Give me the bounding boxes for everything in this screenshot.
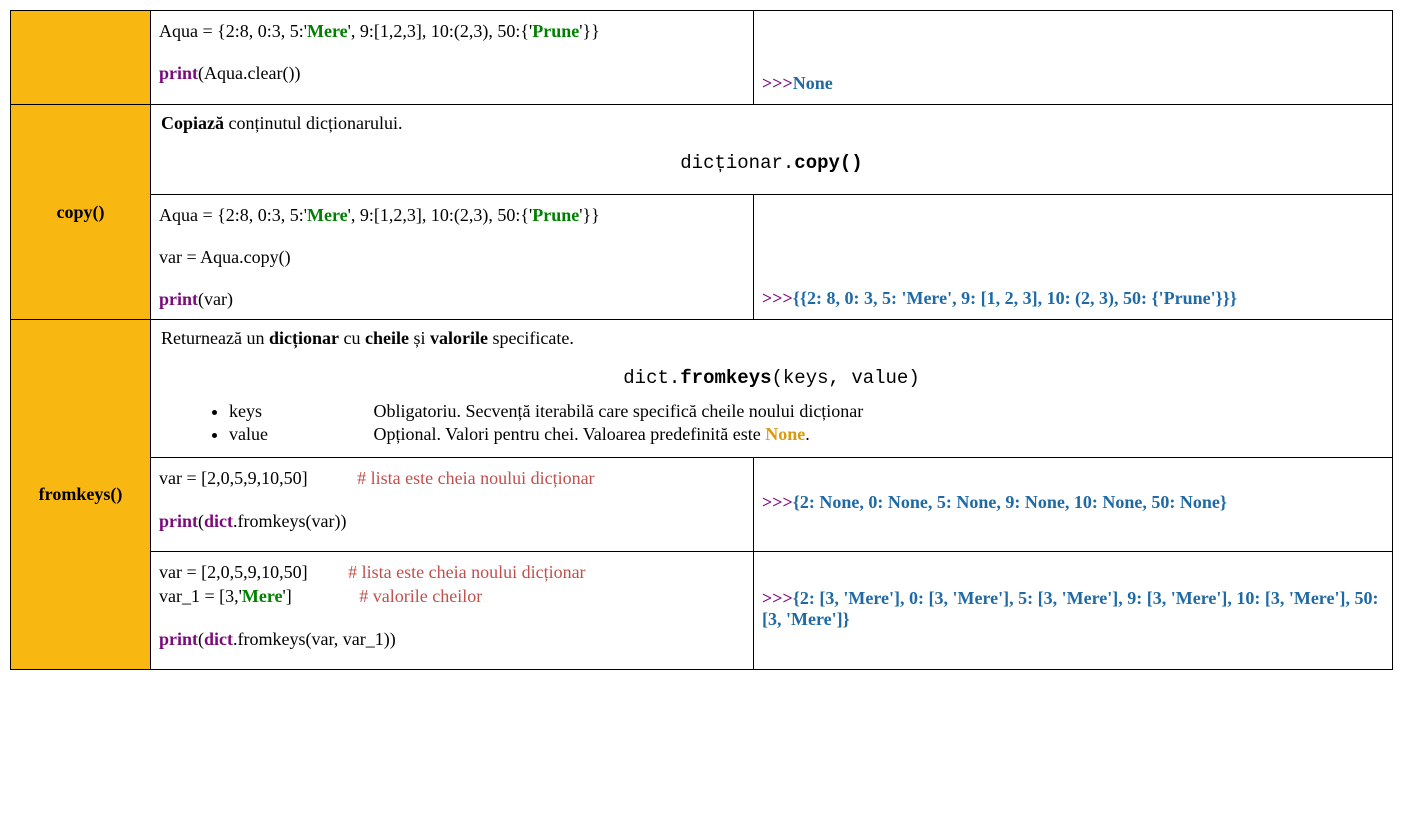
output-cell: >>>{2: [3, 'Mere'], 0: [3, 'Mere'], 5: [… [754, 552, 1393, 670]
code-text: '}} [579, 205, 600, 225]
param-desc: Opțional. Valori pentru chei. Valoarea p… [374, 424, 766, 444]
keyword-print: print [159, 629, 198, 649]
desc-text: specificate. [488, 328, 574, 348]
description-cell: Copiază conținutul dicționarului. dicțio… [151, 104, 1393, 194]
param-list: keys Obligatoriu. Secvență iterabilă car… [189, 401, 1382, 445]
output-value: None [793, 73, 833, 93]
code-pad [308, 562, 349, 582]
methods-table: Aqua = {2:8, 0:3, 5:'Mere', 9:[1,2,3], 1… [10, 10, 1393, 670]
code-text: .fromkeys(var, var_1)) [233, 629, 396, 649]
repl-prompt: >>> [762, 288, 793, 308]
desc-bold: valorile [430, 328, 488, 348]
table-row: Aqua = {2:8, 0:3, 5:'Mere', 9:[1,2,3], 1… [11, 194, 1393, 320]
string-literal: Mere [307, 205, 348, 225]
code-text: ', 9:[1,2,3], 10:(2,3), 50:{' [348, 205, 533, 225]
output-cell: >>>{{2: 8, 0: 3, 5: 'Mere', 9: [1, 2, 3]… [754, 194, 1393, 320]
output-value: {2: [3, 'Mere'], 0: [3, 'Mere'], 5: [3, … [762, 588, 1378, 629]
string-literal: Mere [307, 21, 348, 41]
method-clear [11, 11, 151, 105]
string-literal: Prune [532, 21, 579, 41]
code-pad [292, 586, 360, 606]
repl-prompt: >>> [762, 73, 793, 93]
none-literal: None [765, 424, 805, 444]
repl-prompt: >>> [762, 492, 793, 512]
code-text: '}} [579, 21, 600, 41]
code-text: (var) [198, 289, 233, 309]
code-comment: # valorile cheilor [359, 586, 482, 606]
code-text: var_1 = [3,' [159, 586, 242, 606]
desc-text: Returnează un [161, 328, 269, 348]
syntax-text: dicționar. [680, 152, 794, 174]
syntax-method: fromkeys [680, 367, 771, 389]
string-literal: Prune [532, 205, 579, 225]
table-row: fromkeys() Returnează un dicționar cu ch… [11, 320, 1393, 458]
method-copy: copy() [11, 104, 151, 320]
code-cell: var = [2,0,5,9,10,50] # lista este cheia… [151, 458, 754, 552]
syntax-line: dicționar.copy() [161, 152, 1382, 174]
keyword-print: print [159, 511, 198, 531]
code-comment: # lista este cheia noului dicționar [357, 468, 594, 488]
code-comment: # lista este cheia noului dicționar [348, 562, 585, 582]
method-fromkeys: fromkeys() [11, 320, 151, 669]
syntax-text: dict. [623, 367, 680, 389]
code-text: '] [283, 586, 292, 606]
param-name: value [229, 424, 369, 445]
param-item: keys Obligatoriu. Secvență iterabilă car… [229, 401, 1382, 422]
desc-text: și [409, 328, 430, 348]
table-row: copy() Copiază conținutul dicționarului.… [11, 104, 1393, 194]
repl-prompt: >>> [762, 588, 793, 608]
string-literal: Mere [242, 586, 283, 606]
code-text: .fromkeys(var)) [233, 511, 346, 531]
code-cell: Aqua = {2:8, 0:3, 5:'Mere', 9:[1,2,3], 1… [151, 11, 754, 105]
code-text: var = [2,0,5,9,10,50] [159, 562, 308, 582]
desc-text: cu [339, 328, 365, 348]
desc-bold: dicționar [269, 328, 339, 348]
output-value: {2: None, 0: None, 5: None, 9: None, 10:… [793, 492, 1227, 512]
code-text: Aqua = {2:8, 0:3, 5:' [159, 205, 307, 225]
code-cell: Aqua = {2:8, 0:3, 5:'Mere', 9:[1,2,3], 1… [151, 194, 754, 320]
keyword-print: print [159, 63, 198, 83]
output-cell: >>>None [754, 11, 1393, 105]
desc-bold: cheile [365, 328, 409, 348]
code-pad [308, 468, 358, 488]
code-text: ', 9:[1,2,3], 10:(2,3), 50:{' [348, 21, 533, 41]
syntax-method: copy() [794, 152, 862, 174]
param-desc: Obligatoriu. Secvență iterabilă care spe… [374, 401, 864, 421]
table-row: var = [2,0,5,9,10,50] # lista este cheia… [11, 458, 1393, 552]
code-text: Aqua = {2:8, 0:3, 5:' [159, 21, 307, 41]
keyword-print: print [159, 289, 198, 309]
output-cell: >>>{2: None, 0: None, 5: None, 9: None, … [754, 458, 1393, 552]
code-text: var = [2,0,5,9,10,50] [159, 468, 308, 488]
desc-bold: Copiază [161, 113, 224, 133]
param-desc: . [805, 424, 810, 444]
param-item: value Opțional. Valori pentru chei. Valo… [229, 424, 1382, 445]
table-row: var = [2,0,5,9,10,50] # lista este cheia… [11, 552, 1393, 670]
keyword-dict: dict [204, 629, 233, 649]
output-value: {{2: 8, 0: 3, 5: 'Mere', 9: [1, 2, 3], 1… [793, 288, 1237, 308]
desc-text: conținutul dicționarului. [224, 113, 402, 133]
keyword-dict: dict [204, 511, 233, 531]
syntax-line: dict.fromkeys(keys, value) [161, 367, 1382, 389]
param-name: keys [229, 401, 369, 422]
description-cell: Returnează un dicționar cu cheile și val… [151, 320, 1393, 458]
table-row: Aqua = {2:8, 0:3, 5:'Mere', 9:[1,2,3], 1… [11, 11, 1393, 105]
code-text: (Aqua.clear()) [198, 63, 300, 83]
code-text: var = Aqua.copy() [159, 247, 291, 267]
syntax-text: (keys, value) [772, 367, 920, 389]
code-cell: var = [2,0,5,9,10,50] # lista este cheia… [151, 552, 754, 670]
